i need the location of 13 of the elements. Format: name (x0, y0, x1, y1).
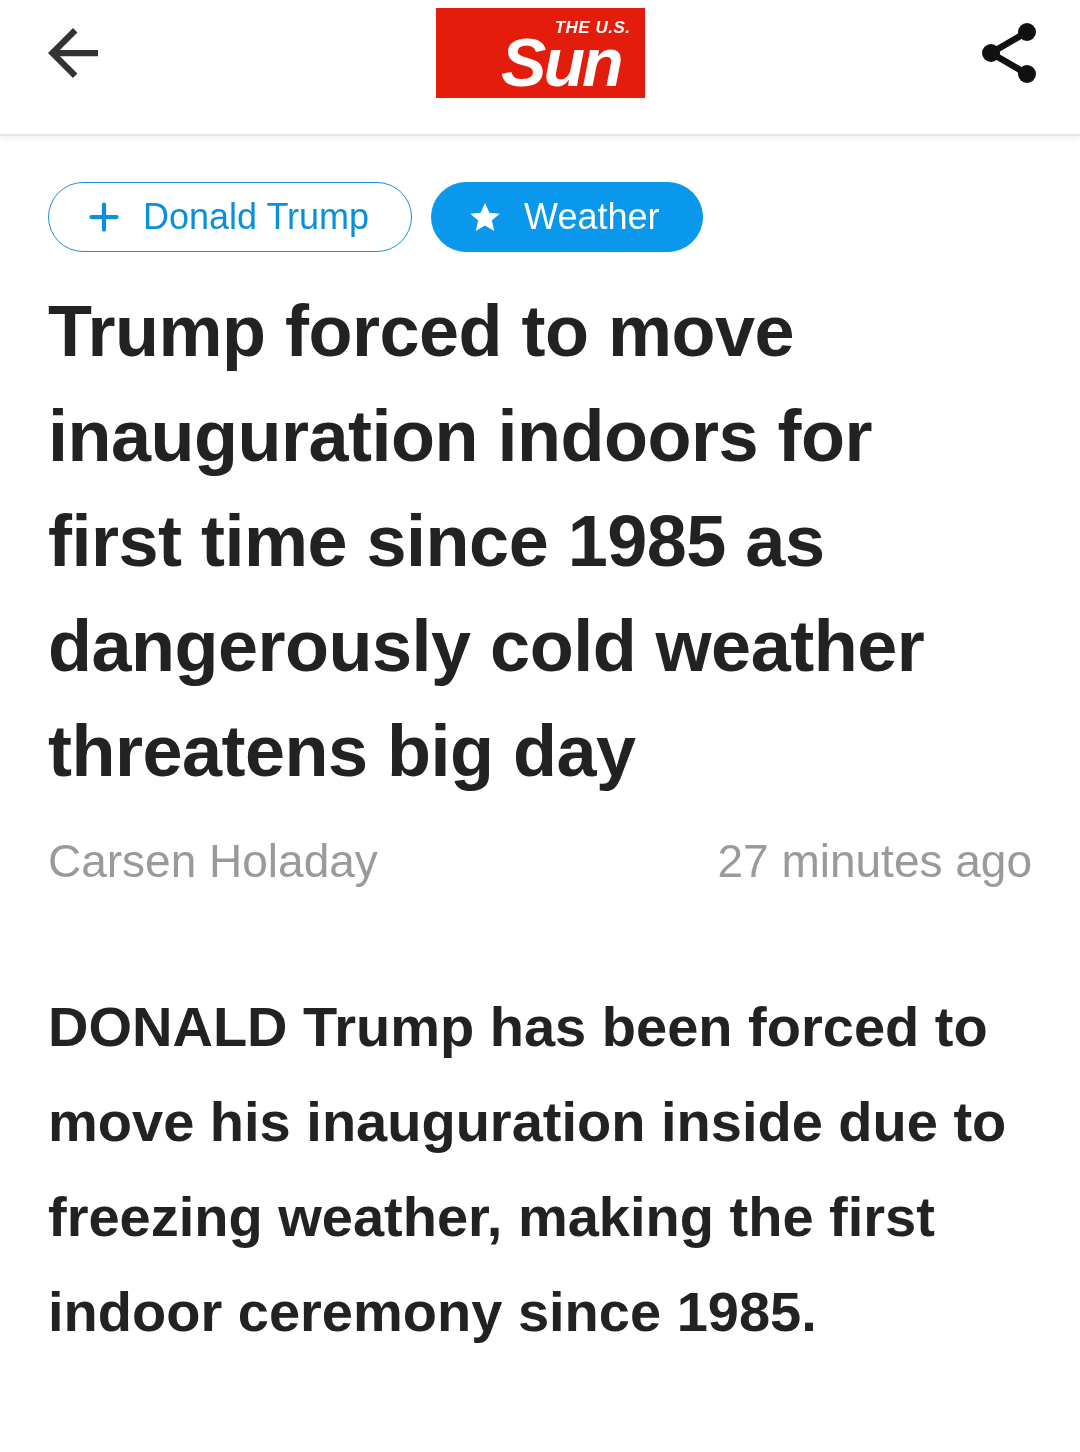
plus-icon (89, 202, 119, 232)
article-headline: Trump forced to move inauguration indoors for first time since 1985 as dangerously cold weather threatens big day (48, 290, 926, 793)
logo-overline: THE U.S. (554, 19, 631, 36)
share-icon (982, 23, 1036, 83)
logo-wordmark: Sun (501, 36, 621, 88)
star-icon (470, 202, 501, 232)
back-arrow-icon (48, 28, 98, 78)
author-name: Carsen Holaday (48, 834, 378, 889)
article-lead-paragraph: DONALD Trump has been forced to move his inauguration inside due to freezing weather, making the first indoor ceremony since 1985. (48, 994, 1008, 1345)
publish-time: 27 minutes ago (717, 834, 1032, 889)
logo[interactable]: THE U.S. Sun (435, 8, 645, 98)
topic-chip[interactable]: Weather (431, 182, 703, 252)
topic-chip[interactable]: Donald Trump (48, 182, 413, 252)
